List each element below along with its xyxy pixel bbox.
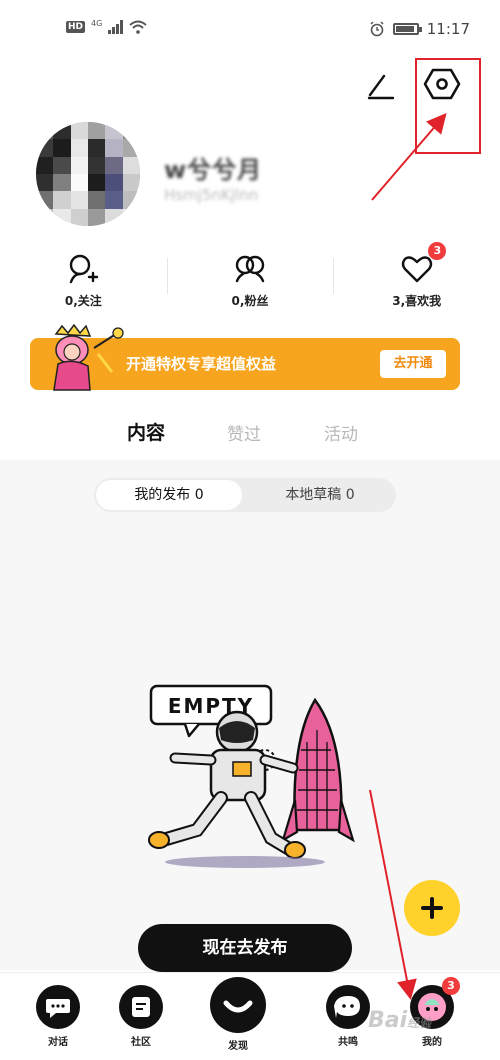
discover-smile-icon (210, 977, 266, 1033)
community-icon (119, 985, 163, 1029)
nav-chat-label: 对话 (48, 1037, 68, 1048)
stats-row: 0,关注 0,粉丝 3 3,喜欢我 (0, 242, 500, 318)
nav-chat[interactable]: 对话 (28, 985, 88, 1048)
stat-fans[interactable]: 0,粉丝 (166, 248, 334, 318)
tab-activity[interactable]: 活动 (324, 420, 358, 445)
vip-activate-button[interactable]: 去开通 (380, 350, 446, 378)
watermark-text2: 经验 (407, 1016, 432, 1030)
avatar-pixelated-image (36, 122, 140, 226)
empty-astronaut-illustration: EMPTY (148, 684, 355, 868)
alarm-icon (370, 21, 384, 37)
heart-icon (401, 256, 432, 283)
plus-icon[interactable] (404, 880, 460, 936)
fans-icon (235, 255, 265, 283)
nav-me-label: 我的 (422, 1037, 442, 1048)
network-type: 4G (91, 18, 103, 28)
profile-header: w兮兮月 Hsmj5nKjlnn (0, 120, 500, 230)
tab-content[interactable]: 内容 (127, 418, 165, 445)
username: w兮兮月 (164, 156, 263, 184)
nav-community-label: 社区 (131, 1037, 151, 1048)
vip-banner[interactable]: 开通特权专享超值权益 去开通 (30, 324, 460, 391)
hd-icon: HD (66, 21, 86, 33)
nav-resonance-label: 共鸣 (338, 1037, 358, 1048)
signal-icon (108, 20, 124, 34)
resonance-icon (326, 985, 370, 1029)
watermark-text: Bai (368, 1008, 408, 1033)
edit-icon[interactable] (364, 68, 398, 102)
stat-likes-label: 3,喜欢我 (392, 294, 442, 308)
status-bar: HD 4G 11:17 (0, 0, 500, 60)
stat-following-label: 0,关注 (64, 294, 102, 308)
battery-icon (392, 23, 422, 35)
content-tabs: 内容 赞过 活动 (0, 416, 500, 456)
nav-community[interactable]: 社区 (111, 985, 171, 1048)
me-badge: 3 (442, 977, 460, 995)
nav-discover-label: 发现 (228, 1041, 248, 1052)
chat-bubble-icon (36, 985, 80, 1029)
segment-local-drafts[interactable]: 本地草稿 0 (246, 480, 394, 510)
status-time: 11:17 (426, 20, 470, 38)
avatar[interactable] (36, 122, 140, 226)
stat-likes[interactable]: 3 3,喜欢我 (333, 242, 500, 318)
publish-now-button[interactable]: 现在去发布 (138, 924, 352, 972)
posts-segment-control: 我的发布 0 本地草稿 0 (94, 478, 396, 512)
stat-fans-label: 0,粉丝 (231, 294, 269, 308)
stat-following[interactable]: 0,关注 (0, 248, 167, 318)
user-id: Hsmj5nKjlnn (164, 186, 259, 204)
baidu-watermark: Bai经验 (368, 1008, 431, 1033)
likes-badge: 3 (428, 242, 447, 260)
follow-icon (70, 254, 99, 284)
vip-banner-text: 开通特权专享超值权益 (126, 355, 277, 373)
wifi-icon (129, 20, 147, 34)
tab-liked[interactable]: 赞过 (227, 420, 261, 445)
vip-crown-character-illustration (53, 324, 124, 391)
nav-discover[interactable]: 发现 (208, 977, 268, 1052)
segment-my-posts[interactable]: 我的发布 0 (96, 480, 242, 510)
